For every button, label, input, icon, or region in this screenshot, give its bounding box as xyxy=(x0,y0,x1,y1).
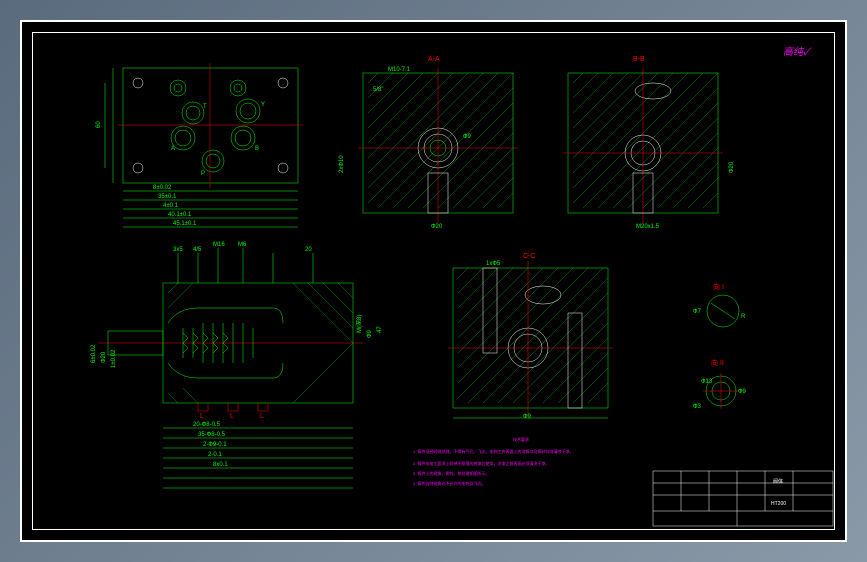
svg-text:40.1±0.1: 40.1±0.1 xyxy=(168,212,192,218)
title-block: 阀体 HT200 xyxy=(653,471,833,526)
svg-text:Ф9: Ф9 xyxy=(367,329,373,338)
tech-req-title: 技术要求 xyxy=(513,436,529,442)
svg-text:1xФ5: 1xФ5 xyxy=(486,261,501,267)
port-b-label: B xyxy=(255,146,259,152)
port-p-label: P xyxy=(201,171,205,177)
svg-text:8±0.02: 8±0.02 xyxy=(153,185,172,191)
svg-text:M16: M16 xyxy=(213,242,225,248)
svg-text:20-Ф8-0.5: 20-Ф8-0.5 xyxy=(193,422,221,428)
svg-text:Ф20: Ф20 xyxy=(101,351,107,363)
svg-text:M6: M6 xyxy=(238,242,247,248)
port-a-label: A xyxy=(171,146,175,152)
svg-text:47: 47 xyxy=(377,326,383,333)
svg-text:35-Ф8-0.5: 35-Ф8-0.5 xyxy=(198,432,226,438)
detail-ii-label: 向 II xyxy=(711,358,724,367)
svg-text:2xФ10: 2xФ10 xyxy=(339,155,345,173)
svg-text:4/5: 4/5 xyxy=(193,247,202,253)
plan-view: T Y A B P 60 8±0.02 35±0.1 4±0.1 40.1±0.… xyxy=(96,63,303,227)
svg-text:60: 60 xyxy=(96,121,102,128)
material: HT200 xyxy=(771,501,786,507)
svg-text:Ф9: Ф9 xyxy=(523,414,532,420)
svg-text:3x5: 3x5 xyxy=(173,247,183,253)
svg-text:L: L xyxy=(200,413,204,420)
svg-text:2-0.1: 2-0.1 xyxy=(208,452,222,458)
svg-text:M(深8): M(深8) xyxy=(355,315,363,333)
svg-text:20: 20 xyxy=(305,247,312,253)
section-aa-label: A-A xyxy=(428,56,440,63)
detail-ii: 向 II Ф3 Ф9 Ф13 xyxy=(693,358,747,410)
svg-text:Ф20: Ф20 xyxy=(431,224,443,230)
svg-text:2-Ф9-0.1: 2-Ф9-0.1 xyxy=(203,442,227,448)
tech-req-4: 4. 铸件去除锐角边不允许的毛刺及飞边。 xyxy=(413,480,485,486)
section-bb-label: B-B xyxy=(633,56,645,63)
svg-text:Ф9: Ф9 xyxy=(463,134,472,140)
svg-text:M10-7.1: M10-7.1 xyxy=(388,67,411,73)
tech-req-1: 1. 铸件须经时效处理，不得有气孔、飞边、毛刺工件表面上的浇铸口及铸砂均须清除干… xyxy=(413,448,573,454)
svg-text:L: L xyxy=(230,413,234,420)
tech-req-2: 2. 铸件非加工面涂上防锈不脱落的底漆后使用，涂漆之前表面必须清洗干净。 xyxy=(413,460,549,466)
drawing-frame: T Y A B P 60 8±0.02 35±0.1 4±0.1 40.1±0.… xyxy=(20,20,847,542)
section-aa: A-A M10-7.1 5/8" Ф9 Ф20 2xФ10 xyxy=(339,56,518,230)
svg-text:Ф3: Ф3 xyxy=(693,404,702,410)
section-cc: C-C 1xФ5 Ф9 xyxy=(448,253,613,420)
tech-req-3: 3. 铸件上的锐角，倒钝，热处理如图所示。 xyxy=(413,470,489,476)
svg-text:R: R xyxy=(741,314,746,320)
svg-text:Ф7: Ф7 xyxy=(693,309,702,315)
svg-text:M20x1.5: M20x1.5 xyxy=(636,224,660,230)
svg-text:Ф20: Ф20 xyxy=(729,161,735,173)
svg-text:35±0.1: 35±0.1 xyxy=(158,194,177,200)
svg-text:6±0.02: 6±0.02 xyxy=(91,344,97,363)
svg-text:5/8": 5/8" xyxy=(373,87,383,93)
svg-text:Ф9: Ф9 xyxy=(738,389,747,395)
svg-text:L: L xyxy=(260,413,264,420)
tech-requirements: 技术要求 1. 铸件须经时效处理，不得有气孔、飞边、毛刺工件表面上的浇铸口及铸砂… xyxy=(413,436,573,486)
port-t-label: T xyxy=(203,104,207,110)
drawing-border: T Y A B P 60 8±0.02 35±0.1 4±0.1 40.1±0.… xyxy=(32,32,835,530)
svg-text:Ф13: Ф13 xyxy=(701,379,713,385)
section-cc-label: C-C xyxy=(523,253,535,260)
svg-text:45.1±0.1: 45.1±0.1 xyxy=(173,221,197,227)
svg-text:8x0.1: 8x0.1 xyxy=(213,462,228,468)
main-section: L L L 3x5 4/5 M16 M6 20 6±0.02 Ф20 1±0.0… xyxy=(91,242,383,488)
port-y-label: Y xyxy=(261,102,265,108)
detail-i: 向 I Ф7 R xyxy=(693,282,746,327)
watermark: 高纯✓ xyxy=(783,46,812,58)
cad-drawing: T Y A B P 60 8±0.02 35±0.1 4±0.1 40.1±0.… xyxy=(33,33,840,535)
svg-text:1±0.02: 1±0.02 xyxy=(111,349,117,368)
detail-i-label: 向 I xyxy=(713,282,724,291)
section-bb: B-B M20x1.5 Ф20 xyxy=(563,56,735,230)
svg-text:4±0.1: 4±0.1 xyxy=(163,203,179,209)
part-name: 阀体 xyxy=(773,478,783,485)
